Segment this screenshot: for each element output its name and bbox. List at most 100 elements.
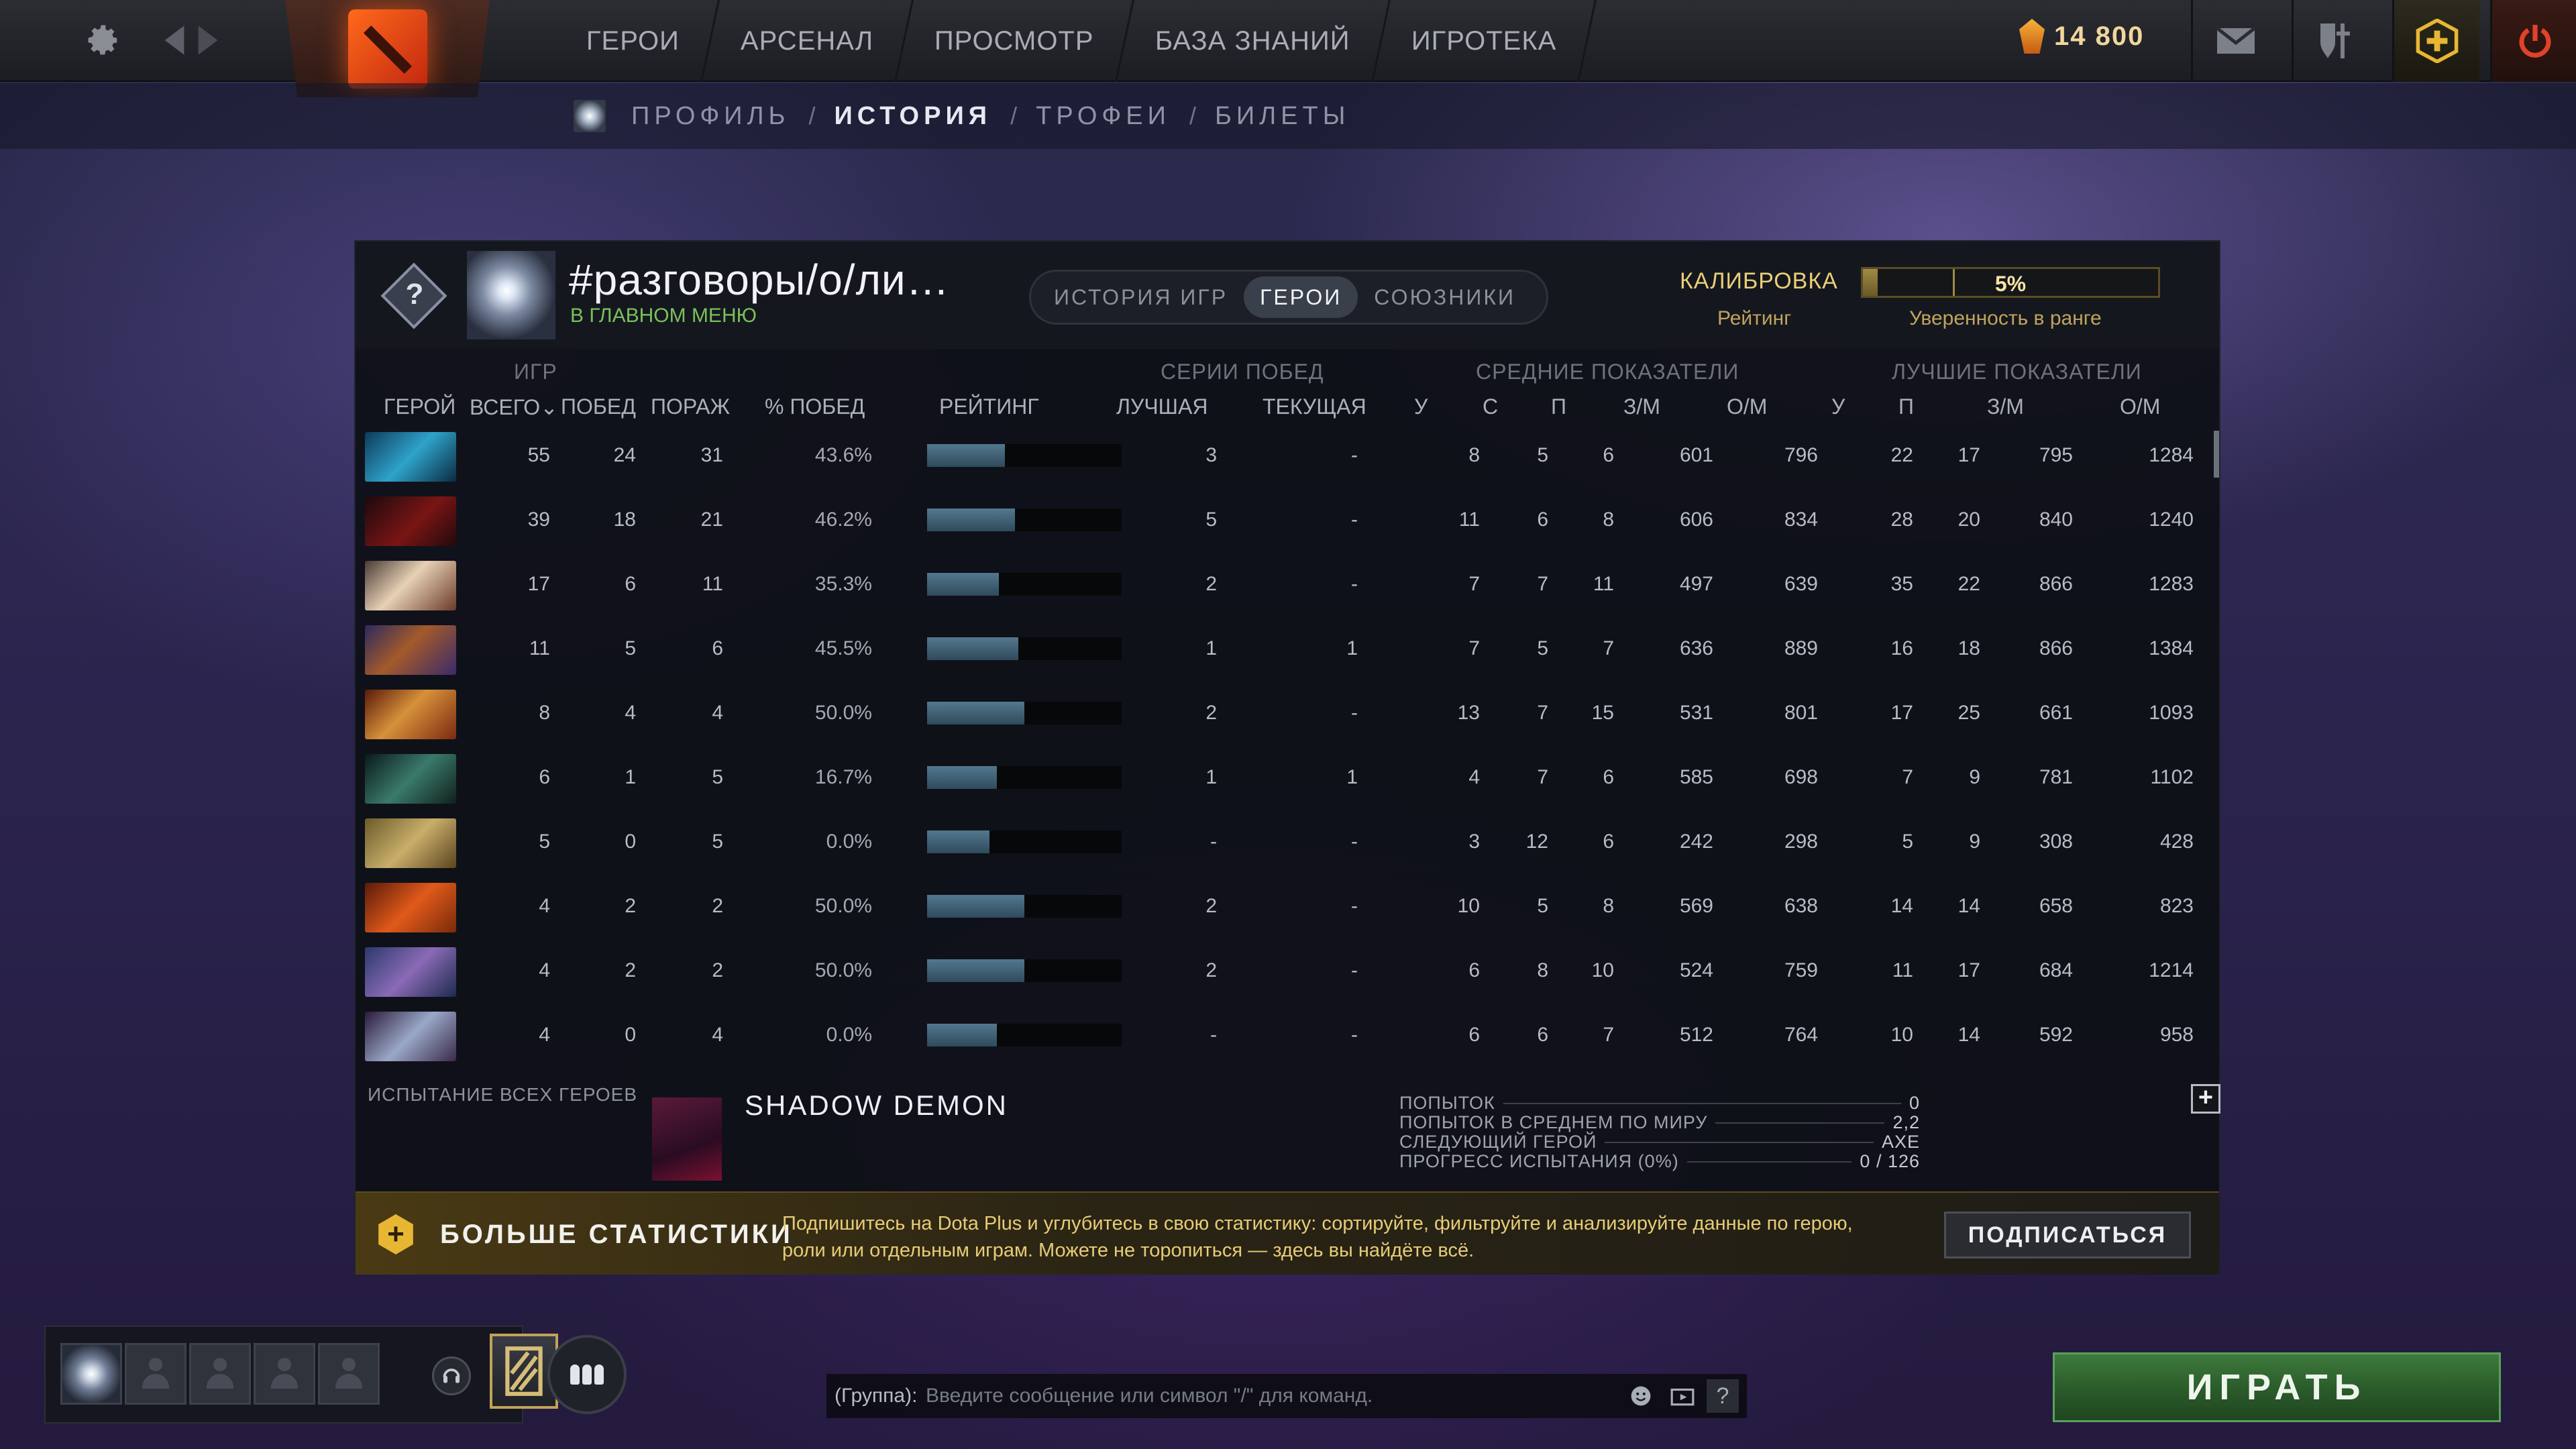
table-row[interactable]: 4 2 2 50.0% 2-10 5 8 569 638 14 14 658 823 [356, 875, 2219, 939]
table-row[interactable]: 55 24 31 43.6% 3-8 5 6 601 796 22 17 795 1284 [356, 424, 2219, 488]
col-avg-gpm[interactable]: З/М [1623, 394, 1660, 419]
table-row[interactable]: 39 18 21 46.2% 5-11 6 8 606 834 28 20 840 1240 [356, 488, 2219, 553]
table-row[interactable]: 17 6 11 35.3% 2-7 7 11 497 639 35 22 866 1283 [356, 553, 2219, 617]
subnav-tickets[interactable]: БИЛЕТЫ [1215, 102, 1350, 131]
hero-portrait-anti-mage[interactable] [365, 625, 456, 675]
chat-bar: (Группа): ? [826, 1374, 1747, 1418]
table-row[interactable]: 4 2 2 50.0% 2-6 8 10 524 759 11 17 684 1214 [356, 939, 2219, 1004]
cell-axpm: 796 [1784, 444, 1818, 466]
col-best-xpm[interactable]: О/М [2120, 394, 2160, 419]
rating-bar-fill [927, 895, 1024, 918]
forward-icon[interactable] [185, 17, 231, 63]
col-rating[interactable]: РЕЙТИНГ [939, 394, 1039, 419]
subscribe-button[interactable]: ПОДПИСАТЬСЯ [1944, 1212, 2191, 1258]
tab-allies[interactable]: СОЮЗНИКИ [1358, 276, 1532, 318]
cell-bxpm: 1093 [2149, 702, 2194, 724]
stats-tabs: ИСТОРИЯ ИГР ГЕРОИ СОЮЗНИКИ [1029, 270, 1548, 325]
col-best-gpm[interactable]: З/М [1987, 394, 2024, 419]
rating-bar [927, 1024, 1122, 1046]
nav-learn[interactable]: БАЗА ЗНАНИЙ [1116, 0, 1391, 82]
col-total[interactable]: ВСЕГО⌄ [470, 394, 558, 420]
chat-wheel-button[interactable] [1666, 1379, 1699, 1413]
challenge-stats: ПОПЫТОК 0 ПОПЫТОК В СРЕДНЕМ ПО МИРУ 2,2 СЛ… [1399, 1093, 1920, 1171]
nav-watch[interactable]: ПРОСМОТР [896, 0, 1134, 82]
play-button[interactable]: ИГРАТЬ [2053, 1352, 2501, 1422]
subnav-separator: / [808, 102, 816, 129]
subnav-profile[interactable]: ПРОФИЛЬ [631, 102, 790, 131]
shards-balance[interactable]: 14 800 [2019, 19, 2144, 54]
party-slot-empty[interactable] [189, 1343, 251, 1405]
tab-heroes[interactable]: ГЕРОИ [1244, 276, 1358, 318]
friends-button[interactable] [547, 1335, 627, 1414]
chat-help-button[interactable]: ? [1707, 1379, 1739, 1413]
cell-ba: 17 [1957, 444, 1980, 466]
hero-portrait-ember-spirit[interactable] [365, 883, 456, 932]
dota-plus-button[interactable] [2392, 0, 2479, 82]
player-name: #разговоры/о/ли… [569, 256, 950, 304]
challenge-expand-button[interactable]: + [2191, 1084, 2220, 1114]
col-hero[interactable]: ГЕРОЙ [384, 394, 455, 419]
col-winrate[interactable]: % ПОБЕД [765, 394, 865, 419]
person-icon [142, 1358, 169, 1390]
cell-winrate: 46.2% [814, 508, 872, 531]
dota-plus-icon [2416, 19, 2458, 63]
cell-aa: 8 [1603, 508, 1614, 531]
subnav-history[interactable]: ИСТОРИЯ [834, 102, 991, 131]
col-losses[interactable]: ПОРАЖ [651, 394, 730, 419]
hero-portrait-templar-assassin[interactable] [365, 1012, 456, 1061]
subnav-separator: / [1010, 102, 1018, 129]
mail-button[interactable] [2191, 0, 2278, 82]
party-slot-empty[interactable] [318, 1343, 380, 1405]
gear-icon[interactable] [80, 17, 126, 63]
chat-input[interactable] [926, 1378, 1597, 1414]
col-current-streak[interactable]: ТЕКУЩАЯ [1263, 394, 1366, 419]
cell-losses: 21 [700, 508, 723, 531]
col-avg-assists[interactable]: П [1551, 394, 1566, 419]
hero-portrait-bristleback[interactable] [365, 818, 456, 868]
power-button[interactable] [2490, 0, 2576, 82]
col-avg-xpm[interactable]: О/М [1727, 394, 1767, 419]
tab-match-history[interactable]: ИСТОРИЯ ИГР [1038, 276, 1244, 318]
cell-current-streak: 1 [1346, 766, 1358, 788]
nav-arcade[interactable]: ИГРОТЕКА [1373, 0, 1597, 82]
player-avatar[interactable] [467, 251, 555, 339]
cell-best-streak: 2 [1205, 895, 1217, 917]
profile-header: ? #разговоры/о/ли… В ГЛАВНОМ МЕНЮ ИСТОРИ… [356, 241, 2219, 349]
party-slot-empty[interactable] [125, 1343, 186, 1405]
dota-plus-promo: + БОЛЬШЕ СТАТИСТИКИ Подпишитесь на Dota … [356, 1191, 2219, 1275]
rank-badge[interactable]: ? [380, 262, 448, 330]
nav-armory[interactable]: АРСЕНАЛ [702, 0, 914, 82]
hero-portrait-shadow-fiend[interactable] [365, 496, 456, 546]
cell-axpm: 639 [1784, 573, 1818, 595]
voice-chat-button[interactable] [432, 1356, 471, 1395]
hero-portrait-morphling[interactable] [365, 432, 456, 482]
cell-ba: 17 [1957, 959, 1980, 981]
col-best-kills[interactable]: У [1831, 394, 1845, 419]
nav-heroes[interactable]: ГЕРОИ [548, 0, 720, 82]
col-avg-kills[interactable]: У [1414, 394, 1428, 419]
hero-portrait-legion-commander[interactable] [365, 690, 456, 739]
armory-button[interactable] [2292, 0, 2379, 82]
col-wins[interactable]: ПОБЕД [561, 394, 636, 419]
party-slot-self[interactable] [60, 1343, 122, 1405]
table-row[interactable]: 5 0 5 0.0% - -3 12 6 242 298 5 9 308 428 [356, 810, 2219, 875]
table-row[interactable]: 6 1 5 16.7% 1 1 4 7 6 585 698 7 9 781 1102 [356, 746, 2219, 810]
party-slot-empty[interactable] [254, 1343, 315, 1405]
col-avg-deaths[interactable]: С [1483, 394, 1498, 419]
cell-bxpm: 428 [2159, 830, 2194, 853]
hero-portrait-terrorblade[interactable] [365, 754, 456, 804]
col-best-assists[interactable]: П [1898, 394, 1914, 419]
table-row[interactable]: 4 0 4 0.0% - -6 6 7 512 764 10 14 592 958 [356, 1004, 2219, 1068]
hero-portrait-faceless-void[interactable] [365, 947, 456, 997]
rating-bar-fill [927, 1024, 998, 1046]
col-best-streak[interactable]: ЛУЧШАЯ [1116, 394, 1208, 419]
table-scrollbar[interactable] [2214, 431, 2219, 478]
table-row[interactable]: 11 5 6 45.5% 1 1 7 5 7 636 889 16 18 866 1384 [356, 617, 2219, 682]
rating-bar-fill [927, 573, 1000, 596]
emoticon-button[interactable] [1625, 1379, 1657, 1413]
cell-agpm: 512 [1679, 1024, 1713, 1046]
cell-wins: 2 [625, 895, 636, 917]
subnav-trophies[interactable]: ТРОФЕИ [1036, 102, 1171, 131]
hero-portrait-invoker[interactable] [365, 561, 456, 610]
table-row[interactable]: 8 4 4 50.0% 2-13 7 15 531 801 17 25 661 1093 [356, 682, 2219, 746]
